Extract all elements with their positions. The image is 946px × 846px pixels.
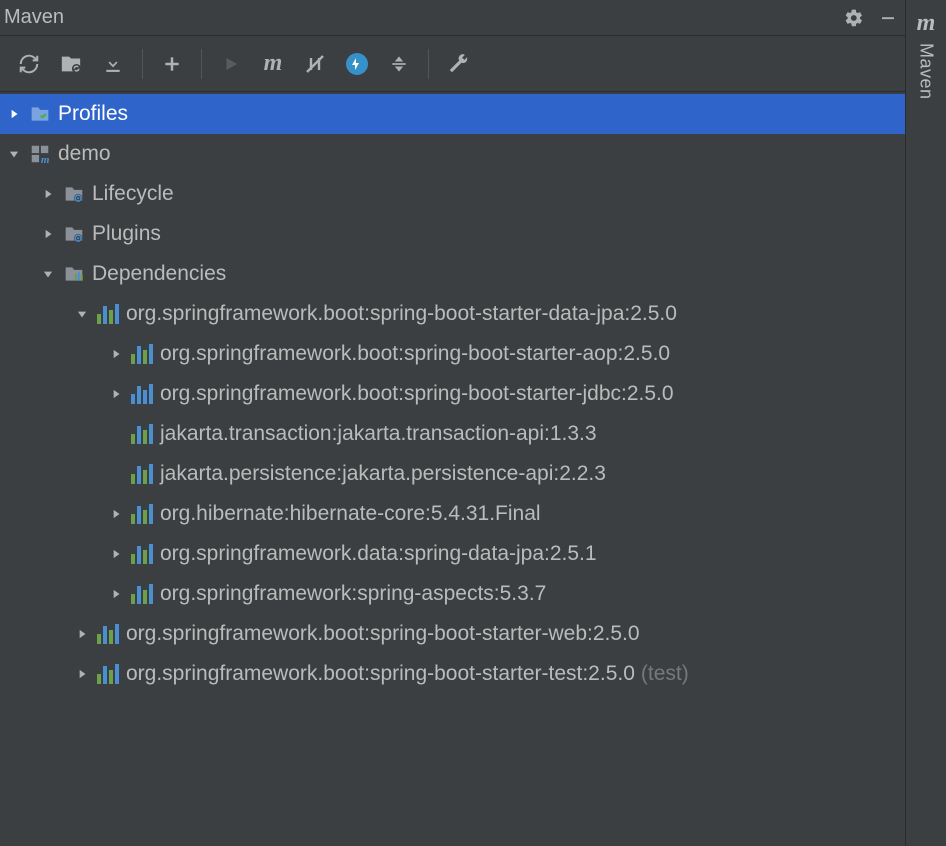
tree-label: Profiles xyxy=(58,102,128,126)
tree-node-dependency[interactable]: org.springframework.boot:spring-boot-sta… xyxy=(0,334,905,374)
tree-label: org.hibernate:hibernate-core:5.4.31.Fina… xyxy=(160,502,541,526)
tree-label: org.springframework:spring-aspects:5.3.7 xyxy=(160,582,546,606)
tree-node-project[interactable]: m demo xyxy=(0,134,905,174)
library-icon xyxy=(130,382,154,406)
tree-label: org.springframework.boot:spring-boot-sta… xyxy=(126,622,640,646)
gear-icon[interactable] xyxy=(843,7,865,29)
chevron-right-icon[interactable] xyxy=(106,504,126,524)
library-icon xyxy=(96,302,120,326)
tree-label: jakarta.transaction:jakarta.transaction-… xyxy=(160,422,597,446)
chevron-right-icon[interactable] xyxy=(38,224,58,244)
library-icon xyxy=(96,662,120,686)
panel-title: Maven xyxy=(4,6,64,29)
reload-icon[interactable] xyxy=(8,44,50,84)
folder-gear-icon xyxy=(62,222,86,246)
tree-label: org.springframework.data:spring-data-jpa… xyxy=(160,542,597,566)
svg-text:m: m xyxy=(41,154,50,165)
folder-gear-icon xyxy=(62,182,86,206)
toolbar-separator xyxy=(201,49,202,79)
side-tab-label: Maven xyxy=(916,43,937,100)
folder-refresh-icon[interactable] xyxy=(50,44,92,84)
tree-node-profiles[interactable]: Profiles xyxy=(0,94,905,134)
tree-label: jakarta.persistence:jakarta.persistence-… xyxy=(160,462,606,486)
library-icon xyxy=(130,542,154,566)
tree-node-dependency[interactable]: org.hibernate:hibernate-core:5.4.31.Fina… xyxy=(0,494,905,534)
tree-node-dependency[interactable]: org.springframework.boot:spring-boot-sta… xyxy=(0,374,905,414)
tree-node-dependency[interactable]: org.springframework.data:spring-data-jpa… xyxy=(0,534,905,574)
tree-node-dependency[interactable]: org.springframework.boot:spring-boot-sta… xyxy=(0,294,905,334)
library-icon xyxy=(130,422,154,446)
dependency-scope: (test) xyxy=(641,662,689,686)
tree-label: org.springframework.boot:spring-boot-sta… xyxy=(126,662,635,686)
tree-node-dependency[interactable]: org.springframework.boot:spring-boot-sta… xyxy=(0,614,905,654)
tree-node-plugins[interactable]: Plugins xyxy=(0,214,905,254)
chevron-right-icon[interactable] xyxy=(106,544,126,564)
maven-tab-button[interactable]: m Maven xyxy=(916,0,937,100)
folder-library-icon xyxy=(62,262,86,286)
maven-tool-window: Maven m xyxy=(0,0,906,846)
chevron-right-icon[interactable] xyxy=(38,184,58,204)
tree-node-lifecycle[interactable]: Lifecycle xyxy=(0,174,905,214)
toolbar-separator xyxy=(142,49,143,79)
tree-label: Dependencies xyxy=(92,262,226,286)
panel-header: Maven xyxy=(0,0,905,36)
tree-label: Lifecycle xyxy=(92,182,174,206)
tree-node-dependencies[interactable]: Dependencies xyxy=(0,254,905,294)
chevron-down-icon[interactable] xyxy=(38,264,58,284)
library-icon xyxy=(130,462,154,486)
tree-node-dependency[interactable]: org.springframework:spring-aspects:5.3.7 xyxy=(0,574,905,614)
collapse-all-icon[interactable] xyxy=(378,44,420,84)
library-icon xyxy=(130,342,154,366)
tree-node-dependency[interactable]: org.springframework.boot:spring-boot-sta… xyxy=(0,654,905,694)
tree-node-dependency[interactable]: jakarta.persistence:jakarta.persistence-… xyxy=(0,454,905,494)
download-icon[interactable] xyxy=(92,44,134,84)
toolbar-separator xyxy=(428,49,429,79)
execute-goal-icon[interactable]: m xyxy=(252,44,294,84)
library-icon xyxy=(96,622,120,646)
header-actions xyxy=(843,7,899,29)
chevron-right-icon[interactable] xyxy=(106,344,126,364)
right-tool-strip: m Maven xyxy=(906,0,946,846)
chevron-down-icon[interactable] xyxy=(72,304,92,324)
run-icon xyxy=(210,44,252,84)
add-icon[interactable] xyxy=(151,44,193,84)
minimize-icon[interactable] xyxy=(877,7,899,29)
wrench-icon[interactable] xyxy=(437,44,479,84)
chevron-right-icon[interactable] xyxy=(106,584,126,604)
tree-label: org.springframework.boot:spring-boot-sta… xyxy=(160,342,670,366)
tree-label: org.springframework.boot:spring-boot-sta… xyxy=(160,382,674,406)
tree-label: org.springframework.boot:spring-boot-sta… xyxy=(126,302,677,326)
tree-node-dependency[interactable]: jakarta.transaction:jakarta.transaction-… xyxy=(0,414,905,454)
maven-toolbar: m xyxy=(0,36,905,92)
tree-label: Plugins xyxy=(92,222,161,246)
skip-tests-icon[interactable] xyxy=(336,44,378,84)
maven-module-icon: m xyxy=(28,142,52,166)
library-icon xyxy=(130,582,154,606)
tree-label: demo xyxy=(58,142,111,166)
chevron-right-icon[interactable] xyxy=(72,664,92,684)
offline-mode-icon[interactable] xyxy=(294,44,336,84)
maven-m-icon: m xyxy=(917,10,936,37)
folder-profiles-icon xyxy=(28,102,52,126)
chevron-right-icon[interactable] xyxy=(106,384,126,404)
maven-tree[interactable]: Profiles m demo Lifecycle xyxy=(0,92,905,846)
chevron-right-icon[interactable] xyxy=(72,624,92,644)
library-icon xyxy=(130,502,154,526)
chevron-down-icon[interactable] xyxy=(4,144,24,164)
chevron-right-icon[interactable] xyxy=(4,104,24,124)
